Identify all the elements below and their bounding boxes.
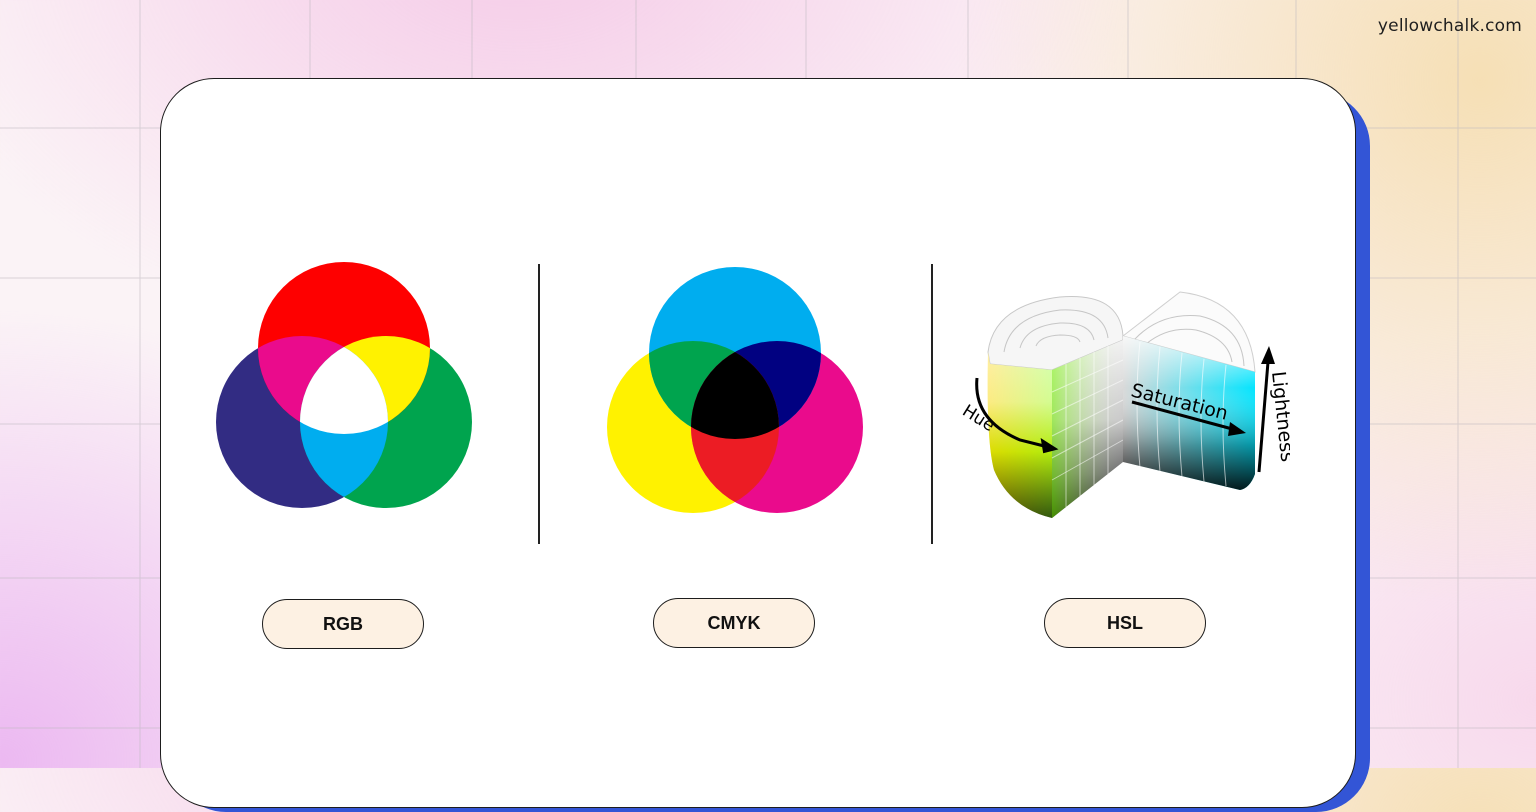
label-cmyk: CMYK [653, 598, 815, 648]
label-rgb: RGB [262, 599, 424, 649]
label-hsl: HSL [1044, 598, 1206, 648]
divider-right [931, 264, 933, 544]
brand-watermark: yellowchalk.com [1377, 16, 1522, 36]
divider-left [538, 264, 540, 544]
cmyk-venn-diagram [607, 267, 863, 513]
lightness-arrow [1257, 361, 1270, 473]
hsl-cylinder-diagram: Hue Saturation Lightness [959, 291, 1290, 518]
lightness-label: Lightness [1267, 370, 1290, 463]
rgb-venn-diagram [216, 262, 472, 508]
